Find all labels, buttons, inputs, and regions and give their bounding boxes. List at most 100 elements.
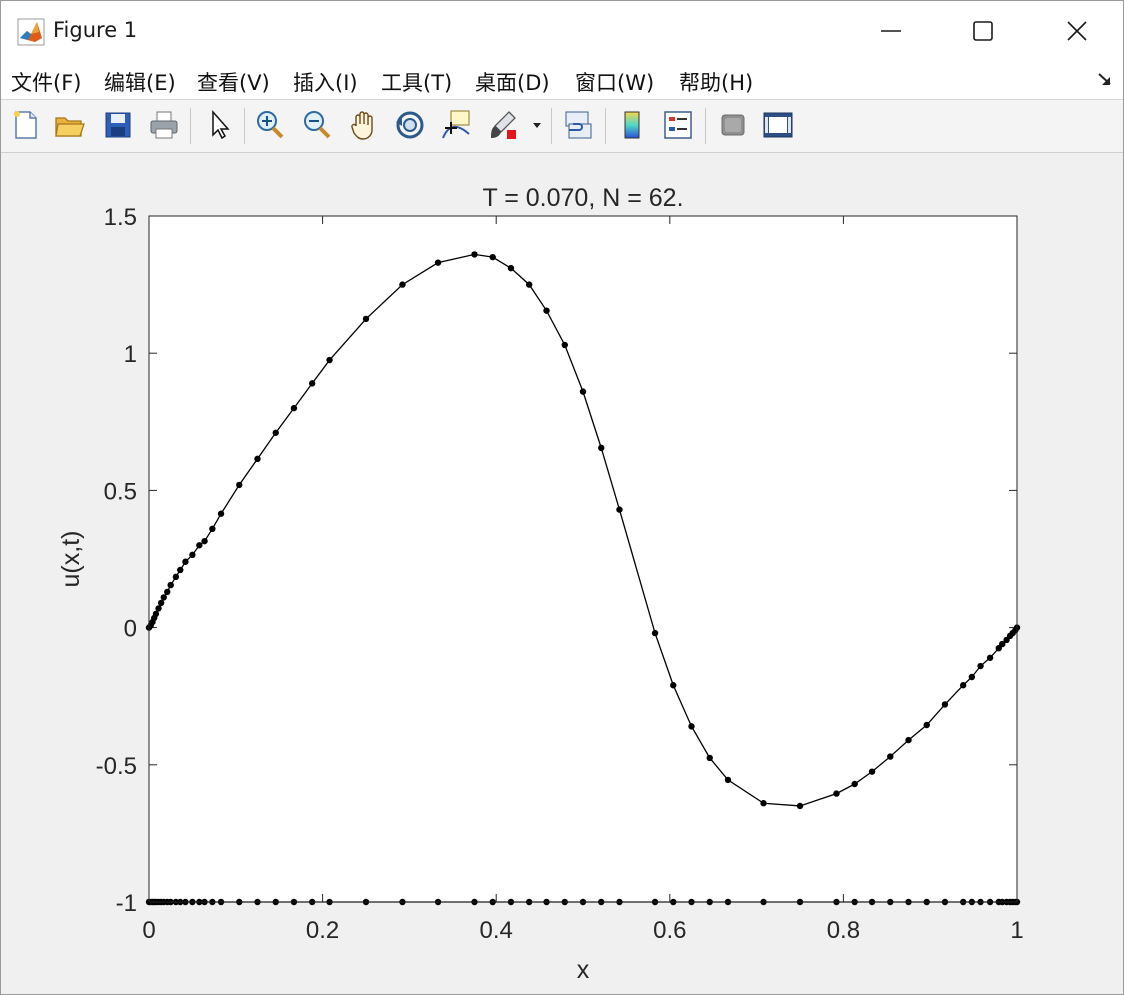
pan-hand-icon <box>351 111 373 140</box>
y-tick-label: 1.5 <box>104 204 137 231</box>
data-point <box>651 629 659 637</box>
data-point <box>167 581 174 589</box>
print-icon <box>150 111 178 139</box>
figure-window: Figure 1 文件(F) 编辑(E) 查看(V) 插入(I) 工具(T) 桌… <box>0 0 1124 995</box>
data-point <box>977 662 984 670</box>
figure-toolbar <box>1 100 1123 153</box>
data-point <box>598 444 605 452</box>
data-point <box>326 356 333 364</box>
data-point <box>471 251 478 258</box>
data-point <box>905 736 912 744</box>
data-point <box>724 776 732 784</box>
figure-canvas: T = 0.070, N = 62. x u(x,t) 0 0.2 0.4 0.6 0.… <box>1 153 1123 994</box>
toolbar-separator <box>705 108 706 144</box>
data-point <box>986 654 994 661</box>
show-plot-tools-button[interactable] <box>761 108 795 142</box>
close-button[interactable] <box>1031 1 1123 61</box>
minimize-button[interactable] <box>845 1 937 61</box>
y-tick-label: 0 <box>124 616 137 643</box>
menu-tools[interactable]: 工具(T) <box>381 67 452 97</box>
data-point <box>236 481 243 489</box>
data-point <box>760 800 767 807</box>
data-cursor-icon <box>442 110 470 139</box>
data-point <box>670 682 677 689</box>
menu-window[interactable]: 窗口(W) <box>575 67 654 97</box>
axes-background[interactable] <box>149 216 1017 902</box>
data-point <box>290 404 298 412</box>
data-point <box>189 551 196 559</box>
open-file-button[interactable] <box>53 108 87 142</box>
legend-icon <box>664 111 692 139</box>
data-point <box>833 790 840 797</box>
menu-view[interactable]: 查看(V) <box>197 67 270 97</box>
y-tick-label: 1 <box>124 341 137 368</box>
chevron-down-icon <box>533 123 541 128</box>
brush-icon <box>491 111 516 139</box>
data-point <box>152 610 160 618</box>
new-figure-icon <box>14 111 37 139</box>
toolbar-separator <box>190 108 191 144</box>
data-point <box>525 281 533 288</box>
data-point <box>941 701 949 708</box>
data-point <box>177 566 184 574</box>
data-point <box>959 682 967 689</box>
zoom-out-icon <box>304 111 331 139</box>
data-point <box>362 315 370 323</box>
data-point <box>172 573 180 581</box>
colorbar-icon <box>624 111 640 139</box>
data-point <box>196 542 203 549</box>
hide-plot-tools-button[interactable] <box>716 108 750 142</box>
close-icon <box>1067 21 1087 41</box>
menu-bar: 文件(F) 编辑(E) 查看(V) 插入(I) 工具(T) 桌面(D) 窗口(W… <box>1 61 1123 100</box>
data-point <box>868 768 876 775</box>
plot-svg: T = 0.070, N = 62. x u(x,t) 0 0.2 0.4 0.6 0.… <box>57 184 1024 984</box>
data-point <box>507 264 515 272</box>
pointer-button[interactable] <box>203 108 237 142</box>
matlab-logo-icon <box>17 18 45 46</box>
menu-help[interactable]: 帮助(H) <box>679 67 753 97</box>
hide-plot-tools-icon <box>721 114 745 136</box>
maximize-button[interactable] <box>937 1 1029 61</box>
data-point <box>272 429 279 436</box>
maximize-icon <box>973 21 993 41</box>
rotate-3d-button[interactable] <box>393 108 427 142</box>
data-point <box>434 259 442 266</box>
zoom-out-button[interactable] <box>300 108 334 142</box>
brush-dropdown-button[interactable] <box>529 108 545 142</box>
rotate-3d-icon <box>396 111 424 139</box>
menu-insert[interactable]: 插入(I) <box>293 67 358 97</box>
y-tick-label: -1 <box>116 890 137 917</box>
data-point <box>155 605 162 612</box>
data-point <box>968 673 976 681</box>
window-title: Figure 1 <box>53 18 138 42</box>
data-point <box>579 388 587 395</box>
pointer-icon <box>212 110 230 140</box>
pan-button[interactable] <box>347 108 381 142</box>
print-button[interactable] <box>147 108 181 142</box>
y-tick-label: 0.5 <box>104 478 137 505</box>
toolbar-separator <box>244 108 245 144</box>
title-bar[interactable]: Figure 1 <box>1 1 1123 61</box>
x-tick-label: 0 <box>142 917 155 944</box>
data-point <box>209 525 216 533</box>
save-button[interactable] <box>101 108 135 142</box>
menu-file[interactable]: 文件(F) <box>11 67 81 97</box>
dock-arrow-icon[interactable] <box>1097 71 1113 87</box>
save-icon <box>105 112 131 138</box>
data-point <box>182 558 189 565</box>
data-point <box>887 753 894 760</box>
brush-button[interactable] <box>487 108 521 142</box>
zoom-in-button[interactable] <box>253 108 287 142</box>
menu-desktop[interactable]: 桌面(D) <box>475 67 550 97</box>
legend-button[interactable] <box>661 108 695 142</box>
link-plot-button[interactable] <box>561 108 595 142</box>
data-point <box>616 506 623 513</box>
data-point <box>489 253 496 261</box>
data-point <box>164 588 171 596</box>
new-figure-button[interactable] <box>9 108 43 142</box>
colorbar-button[interactable] <box>615 108 649 142</box>
menu-edit[interactable]: 编辑(E) <box>104 67 176 97</box>
data-point <box>706 754 713 762</box>
show-plot-tools-icon <box>763 112 793 138</box>
data-cursor-button[interactable] <box>439 108 473 142</box>
